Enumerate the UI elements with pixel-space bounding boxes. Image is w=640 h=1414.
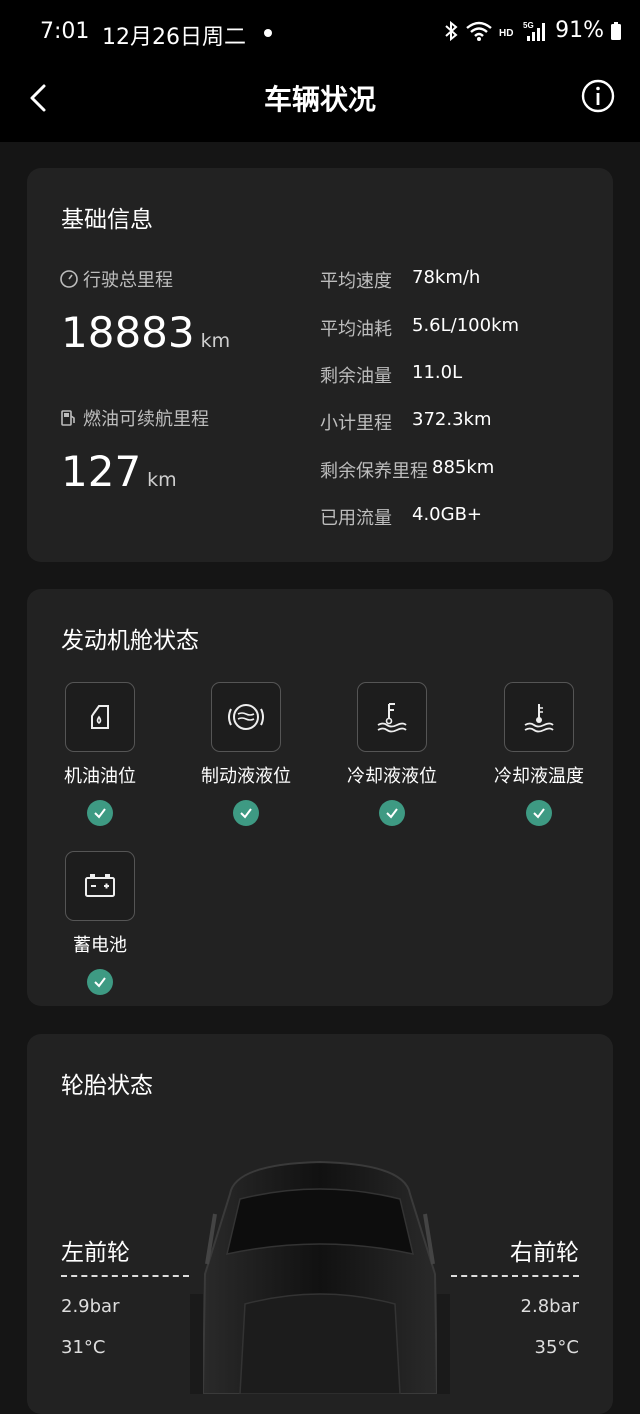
check-icon (526, 800, 552, 826)
stat-avg-speed: 平均速度 78km/h (320, 267, 481, 292)
battery-icon (611, 21, 621, 40)
tire-status-title: 轮胎状态 (61, 1073, 153, 1099)
coolant-temp-icon (524, 704, 554, 733)
battery-percent: 91% (555, 18, 604, 43)
stat-maintenance-left: 剩余保养里程 885km (320, 457, 495, 482)
fuel-range-value: 127 km (61, 447, 177, 496)
basic-info-card: 基础信息 行驶总里程 18883 km 燃油可续航里程 127 km 平均速度 78… (27, 168, 613, 562)
stat-data-used: 已用流量 4.0GB+ (320, 504, 483, 529)
front-right-pressure: 2.8bar (520, 1296, 579, 1317)
fuel-range-label: 燃油可续航里程 (59, 405, 209, 431)
total-mileage-label: 行驶总里程 (59, 266, 173, 292)
total-mileage-value: 18883 km (61, 308, 231, 357)
engine-item-coolant-level[interactable]: 冷却液液位 (327, 682, 457, 826)
front-left-label: 左前轮 (61, 1240, 130, 1266)
engine-status-title: 发动机舱状态 (61, 628, 199, 654)
oil-level-icon (91, 705, 109, 729)
notification-dot (264, 29, 272, 37)
wifi-icon (466, 21, 492, 41)
stat-trip-mileage: 小计里程 372.3km (320, 409, 492, 434)
odometer-icon (60, 270, 78, 288)
svg-text:HD: HD (499, 28, 513, 39)
info-icon[interactable] (580, 78, 616, 114)
front-left-temp: 31°C (61, 1337, 106, 1358)
fuel-pump-icon (61, 410, 75, 426)
status-bar: 7:01 12月26日周二 HD 5G 91% (0, 0, 640, 66)
basic-info-title: 基础信息 (61, 207, 153, 233)
front-right-label: 右前轮 (510, 1240, 579, 1266)
stat-fuel-left: 剩余油量 11.0L (320, 362, 463, 387)
engine-status-card: 发动机舱状态 机油油位 制动液液位 冷却液液位 冷却液温度 蓄电池 (27, 589, 613, 1006)
status-date: 12月26日周二 (102, 25, 246, 50)
status-icons: HD 5G 91% (443, 18, 622, 43)
status-time: 7:01 (40, 19, 90, 44)
nav-bar: 车辆状况 (0, 66, 640, 142)
coolant-level-icon (377, 703, 407, 733)
front-right-temp: 35°C (534, 1337, 579, 1358)
check-icon (379, 800, 405, 826)
battery-icon (85, 874, 115, 897)
engine-item-battery[interactable]: 蓄电池 (35, 851, 165, 995)
check-icon (233, 800, 259, 826)
tire-status-card: 轮胎状态 左前轮 2.9bar 31°C 右前轮 2.8bar 35°C (27, 1034, 613, 1414)
check-icon (87, 969, 113, 995)
stat-avg-fuel: 平均油耗 5.6L/100km (320, 315, 520, 340)
car-top-view-image (190, 1160, 450, 1394)
brake-fluid-icon (228, 704, 264, 730)
signal-5g-icon: 5G (523, 21, 546, 41)
front-right-divider (451, 1275, 579, 1277)
front-left-pressure: 2.9bar (61, 1296, 120, 1317)
page-title: 车辆状况 (263, 83, 376, 116)
hd-icon: HD (499, 28, 513, 39)
bluetooth-icon (445, 20, 458, 41)
engine-item-brake[interactable]: 制动液液位 (181, 682, 311, 826)
svg-text:5G: 5G (523, 21, 534, 30)
front-left-divider (61, 1275, 189, 1277)
engine-item-oil[interactable]: 机油油位 (35, 682, 165, 826)
check-icon (87, 800, 113, 826)
engine-item-coolant-temp[interactable]: 冷却液温度 (474, 682, 604, 826)
